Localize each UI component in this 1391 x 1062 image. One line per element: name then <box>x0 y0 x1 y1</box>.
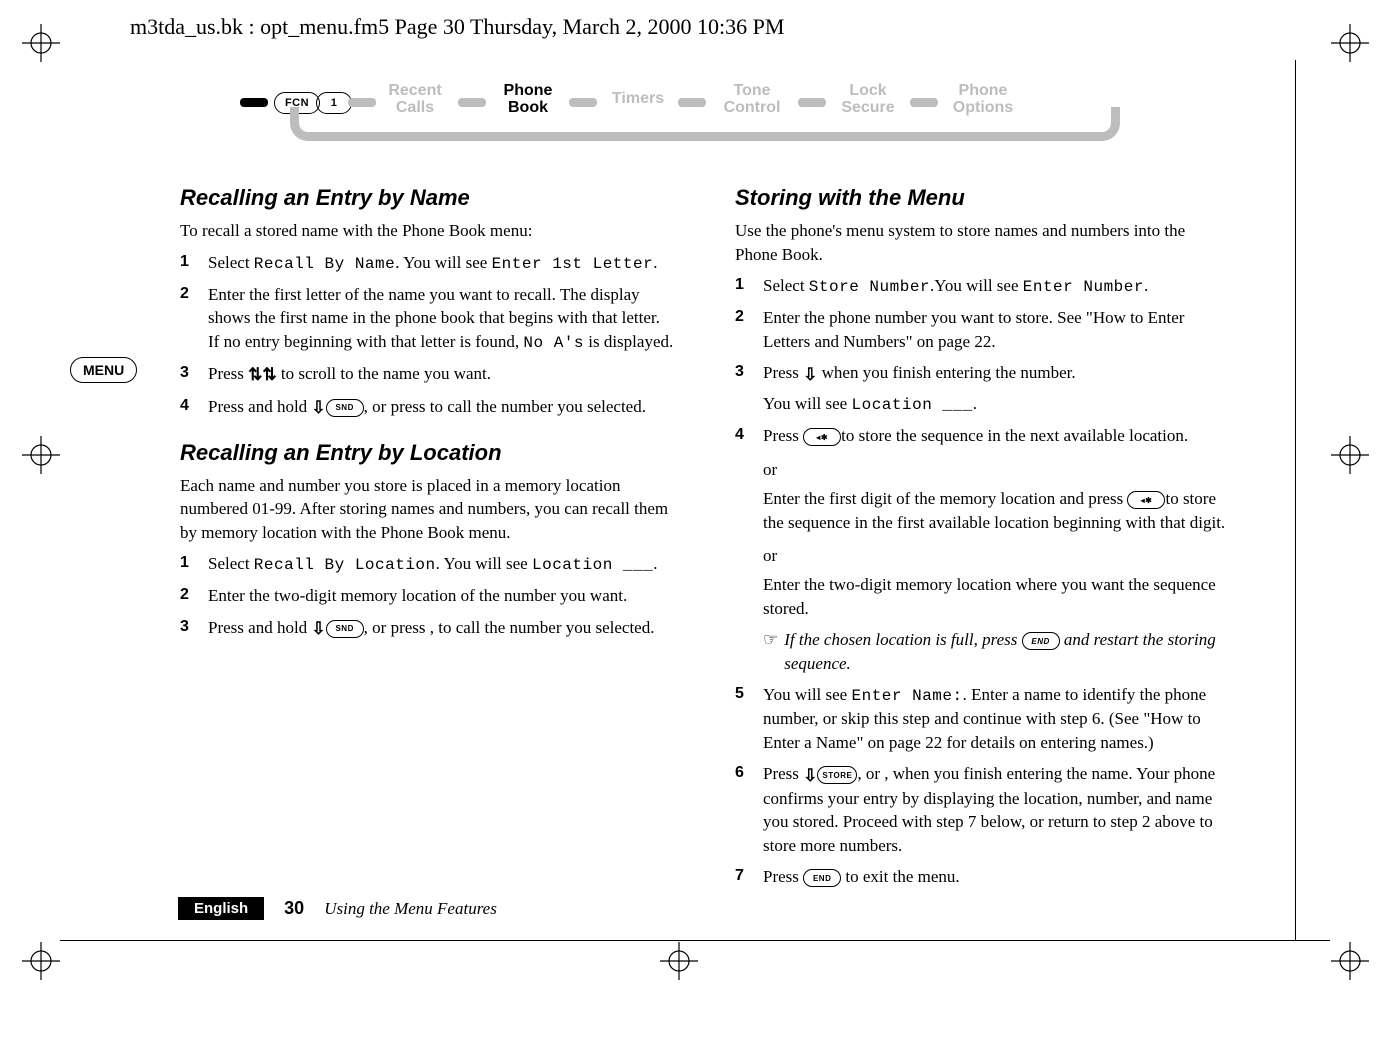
left-column: Recalling an Entry by Name To recall a st… <box>180 165 675 897</box>
section-title: Recalling an Entry by Location <box>180 438 675 468</box>
nav-label: Lock <box>849 82 886 99</box>
crop-mark-icon <box>660 942 698 980</box>
scroll-up-down-icon: ⇅⇅ <box>248 363 277 386</box>
nav-sep-icon <box>798 98 826 107</box>
menu-badge: MENU <box>70 362 137 380</box>
step-item: 2Enter the two-digit memory location of … <box>180 584 675 607</box>
trim-line <box>60 940 1330 941</box>
step-number: 2 <box>180 584 189 606</box>
step-number: 5 <box>735 683 744 705</box>
steps-list: 1Select Recall By Name. You will see Ent… <box>180 251 675 420</box>
-key-icon: ◂✱ <box>803 428 841 446</box>
step-number: 3 <box>180 362 189 384</box>
step-item: 5You will see Enter Name:. Enter a name … <box>735 683 1230 754</box>
nav-label: Tone <box>733 82 770 99</box>
section-title: Storing with the Menu <box>735 183 1230 213</box>
step-item: 4Press and hold ⇩SND, or press to call t… <box>180 395 675 420</box>
step-number: 7 <box>735 865 744 887</box>
page-footer: English 30 Using the Menu Features <box>178 897 497 920</box>
step-item: 2Enter the first letter of the name you … <box>180 283 675 354</box>
crop-mark-icon <box>22 24 60 62</box>
step-item: 4Press ◂✱to store the sequence in the ne… <box>735 424 1230 620</box>
nav-sep-icon <box>910 98 938 107</box>
nav-label: Phone <box>959 82 1008 99</box>
step-number: 1 <box>180 251 189 273</box>
note: ☞If the chosen location is full, press E… <box>735 628 1230 675</box>
nav-sep-icon <box>678 98 706 107</box>
step-number: 1 <box>735 274 744 296</box>
step-number: 3 <box>735 361 744 383</box>
nav-sep-icon <box>348 98 376 107</box>
steps-list: 1Select Recall By Location. You will see… <box>180 552 675 640</box>
step-number: 2 <box>735 306 744 328</box>
trim-line <box>1295 60 1296 940</box>
step-item: 1Select Recall By Location. You will see… <box>180 552 675 576</box>
end-key-icon: END <box>803 869 841 887</box>
crop-mark-icon <box>1331 942 1369 980</box>
crop-mark-icon <box>1331 24 1369 62</box>
crop-mark-icon <box>22 942 60 980</box>
nav-item-timers: Timers <box>603 90 673 107</box>
step-item: 1Select Recall By Name. You will see Ent… <box>180 251 675 275</box>
snd-key-icon: SND <box>326 620 364 638</box>
crop-mark-icon <box>22 436 60 474</box>
step-item: 6Press ⇩STORE, or , when you finish ente… <box>735 762 1230 857</box>
store-key-icon: STORE <box>817 766 857 784</box>
crop-mark-icon <box>1331 436 1369 474</box>
step-item: 1Select Store Number.You will see Enter … <box>735 274 1230 298</box>
step-number: 3 <box>180 616 189 638</box>
scroll-down-icon: ⇩ <box>311 617 325 640</box>
nav-sep-icon <box>458 98 486 107</box>
page-number: 30 <box>284 898 304 919</box>
step-number: 6 <box>735 762 744 784</box>
step-item: 3Press ⇩ when you finish entering the nu… <box>735 361 1230 416</box>
scroll-down-icon: ⇩ <box>803 363 817 386</box>
chapter-title: Using the Menu Features <box>324 899 497 919</box>
nav-leader-icon <box>240 98 268 107</box>
right-column: Storing with the Menu Use the phone's men… <box>735 165 1230 897</box>
language-badge: English <box>178 897 264 920</box>
nav-label: Phone <box>504 82 553 99</box>
section-intro: To recall a stored name with the Phone B… <box>180 219 675 242</box>
nav-label: Timers <box>612 90 664 107</box>
scroll-down-icon: ⇩ <box>311 396 325 419</box>
step-item: 7Press END to exit the menu. <box>735 865 1230 888</box>
menu-breadcrumb: FCN 1 Recent Calls Phone Book Timers Ton… <box>240 82 1120 142</box>
nav-sep-icon <box>569 98 597 107</box>
nav-bracket-icon <box>290 107 1120 141</box>
step-number: 4 <box>180 395 189 417</box>
step-number: 2 <box>180 283 189 305</box>
steps-list: 1Select Store Number.You will see Enter … <box>735 274 1230 889</box>
scroll-down-icon: ⇩ <box>803 764 817 787</box>
note-hand-icon: ☞ <box>763 628 778 675</box>
step-item: 3Press ⇅⇅ to scroll to the name you want… <box>180 362 675 387</box>
step-number: 1 <box>180 552 189 574</box>
nav-label: Recent <box>388 82 441 99</box>
end-key-icon: END <box>1022 632 1060 650</box>
header-meta-text: m3tda_us.bk : opt_menu.fm5 Page 30 Thurs… <box>130 14 784 40</box>
section-title: Recalling an Entry by Name <box>180 183 675 213</box>
-key-icon: ◂✱ <box>1127 491 1165 509</box>
step-item: 2Enter the phone number you want to stor… <box>735 306 1230 353</box>
section-intro: Use the phone's menu system to store nam… <box>735 219 1230 266</box>
menu-badge-label: MENU <box>70 357 137 383</box>
section-intro: Each name and number you store is placed… <box>180 474 675 544</box>
step-item: 3Press and hold ⇩SND, or press , to call… <box>180 616 675 641</box>
step-number: 4 <box>735 424 744 446</box>
snd-key-icon: SND <box>326 399 364 417</box>
